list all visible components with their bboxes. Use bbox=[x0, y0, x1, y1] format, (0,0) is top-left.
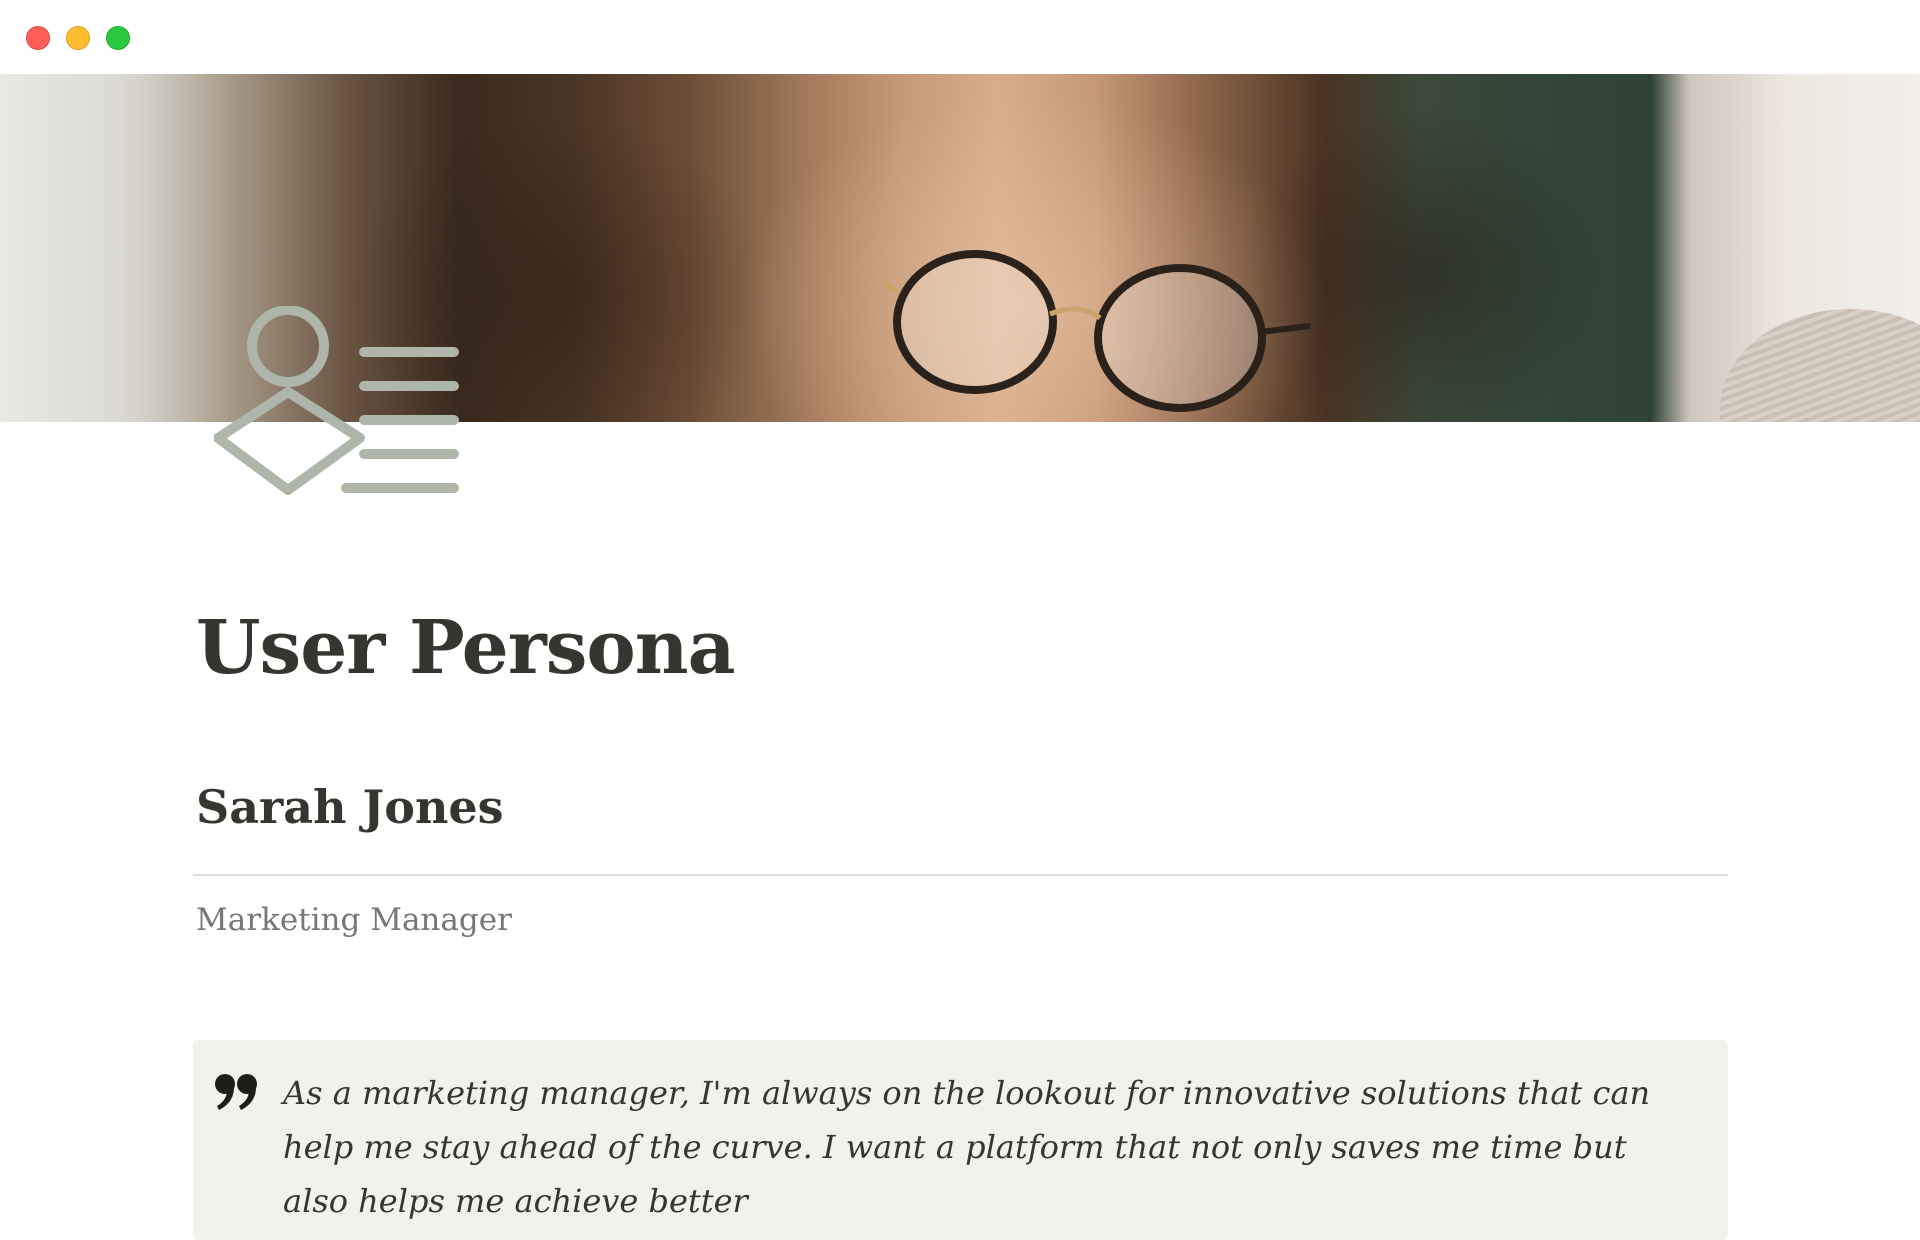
zoom-window-button[interactable] bbox=[106, 26, 130, 50]
cover-photo-glasses bbox=[882, 250, 1311, 412]
heading-divider bbox=[193, 874, 1728, 876]
quote-text[interactable]: As a marketing manager, I'm always on th… bbox=[283, 1066, 1683, 1228]
window-titlebar bbox=[0, 0, 1920, 74]
persona-list-icon[interactable] bbox=[214, 306, 464, 496]
persona-name-heading[interactable]: Sarah Jones bbox=[196, 780, 504, 835]
close-window-button[interactable] bbox=[26, 26, 50, 50]
minimize-window-button[interactable] bbox=[66, 26, 90, 50]
persona-role[interactable]: Marketing Manager bbox=[196, 900, 512, 940]
quote-callout[interactable]: As a marketing manager, I'm always on th… bbox=[193, 1040, 1728, 1240]
page-title[interactable]: User Persona bbox=[196, 607, 736, 689]
quote-icon bbox=[215, 1074, 257, 1110]
